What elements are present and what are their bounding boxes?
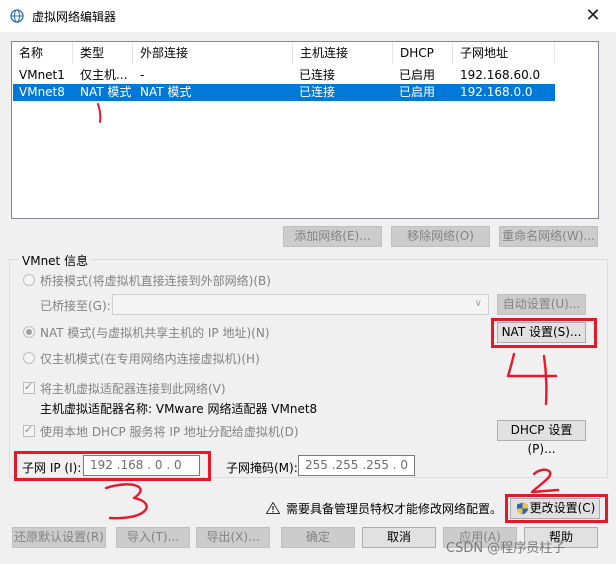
connect-adapter-label: 将主机虚拟适配器连接到此网络(V): [40, 382, 226, 396]
column-header-dhcp[interactable]: DHCP: [393, 42, 453, 64]
column-header-subnet[interactable]: 子网地址: [453, 42, 555, 64]
cell-type: NAT 模式: [80, 85, 132, 99]
cancel-button[interactable]: 取消: [362, 527, 436, 548]
rename-network-button[interactable]: 重命名网络(W)...: [499, 226, 598, 247]
adapter-name-label: 主机虚拟适配器名称: VMware 网络适配器 VMnet8: [40, 402, 318, 416]
annotation-box-subnet-ip: [14, 451, 211, 481]
window-title: 虚拟网络编辑器: [32, 10, 117, 24]
bridged-to-select[interactable]: ∨: [112, 294, 489, 315]
cell-name: VMnet1: [19, 68, 65, 82]
annotation-box-nat-settings: [491, 318, 597, 348]
add-network-button[interactable]: 添加网络(E)...: [283, 226, 382, 247]
subnet-mask-label: 子网掩码(M):: [226, 461, 298, 475]
column-header-host[interactable]: 主机连接: [293, 42, 393, 64]
cell-subnet: 192.168.0.0: [460, 85, 533, 99]
vmnet-info-label: VMnet 信息: [19, 252, 92, 269]
handwritten-mark-2: [530, 468, 560, 494]
chevron-down-icon: ∨: [474, 298, 482, 309]
close-icon[interactable]: ✕: [570, 0, 616, 32]
table-row-selected[interactable]: VMnet8 NAT 模式 NAT 模式 已连接 已启用 192.168.0.0: [13, 84, 555, 101]
host-only-label: 仅主机模式(在专用网络内连接虚拟机)(H): [40, 352, 260, 366]
cell-subnet: 192.168.60.0: [460, 68, 541, 82]
handwritten-mark-1: [97, 103, 102, 123]
warning-icon: [266, 502, 280, 514]
export-button[interactable]: 导出(X)...: [196, 527, 270, 548]
network-list[interactable]: 名称 类型 外部连接 主机连接 DHCP 子网地址 VMnet1 仅主机... …: [11, 41, 599, 219]
column-header-type[interactable]: 类型: [73, 42, 133, 64]
column-header-name[interactable]: 名称: [12, 42, 73, 64]
annotation-box-change-settings: [505, 494, 608, 523]
handwritten-mark-3: [104, 483, 148, 520]
cell-type: 仅主机...: [80, 68, 128, 82]
dhcp-settings-button[interactable]: DHCP 设置(P)...: [497, 420, 586, 456]
cell-external: NAT 模式: [140, 85, 192, 99]
network-globe-icon: [10, 9, 24, 23]
use-dhcp-checkbox[interactable]: [23, 423, 35, 437]
restore-defaults-button[interactable]: 还原默认设置(R): [12, 527, 106, 548]
cell-host: 已连接: [299, 85, 336, 99]
auto-settings-button[interactable]: 自动设置(U)...: [497, 294, 586, 315]
connect-adapter-checkbox[interactable]: [23, 380, 35, 394]
title-bar: 虚拟网络编辑器 ✕: [0, 0, 616, 32]
bridge-mode-radio[interactable]: [23, 274, 35, 286]
table-row[interactable]: VMnet1 仅主机... - 已连接 已启用 192.168.60.0: [13, 67, 555, 84]
bridged-to-label: 已桥接至(G):: [40, 299, 111, 313]
nat-mode-label: NAT 模式(与虚拟机共享主机的 IP 地址)(N): [40, 326, 270, 340]
cell-dhcp: 已启用: [399, 85, 436, 99]
admin-notice: 需要具备管理员特权才能修改网络配置。: [286, 502, 503, 516]
column-header-external[interactable]: 外部连接: [133, 42, 293, 64]
host-only-radio[interactable]: [23, 352, 35, 364]
nat-mode-radio[interactable]: [23, 326, 35, 338]
watermark-text: CSDN @程序员柱子: [446, 541, 566, 556]
remove-network-button[interactable]: 移除网络(O): [391, 226, 490, 247]
subnet-mask-field[interactable]: 255 .255 .255 . 0: [298, 455, 415, 476]
import-button[interactable]: 导入(T)...: [116, 527, 190, 548]
cell-dhcp: 已启用: [399, 68, 436, 82]
ok-button[interactable]: 确定: [281, 527, 355, 548]
bridge-mode-label: 桥接模式(将虚拟机直接连接到外部网络)(B): [40, 274, 271, 288]
use-dhcp-label: 使用本地 DHCP 服务将 IP 地址分配给虚拟机(D): [40, 425, 299, 439]
cell-external: -: [140, 68, 145, 82]
cell-name: VMnet8: [19, 85, 65, 99]
handwritten-mark-4: [506, 352, 558, 406]
cell-host: 已连接: [299, 68, 336, 82]
